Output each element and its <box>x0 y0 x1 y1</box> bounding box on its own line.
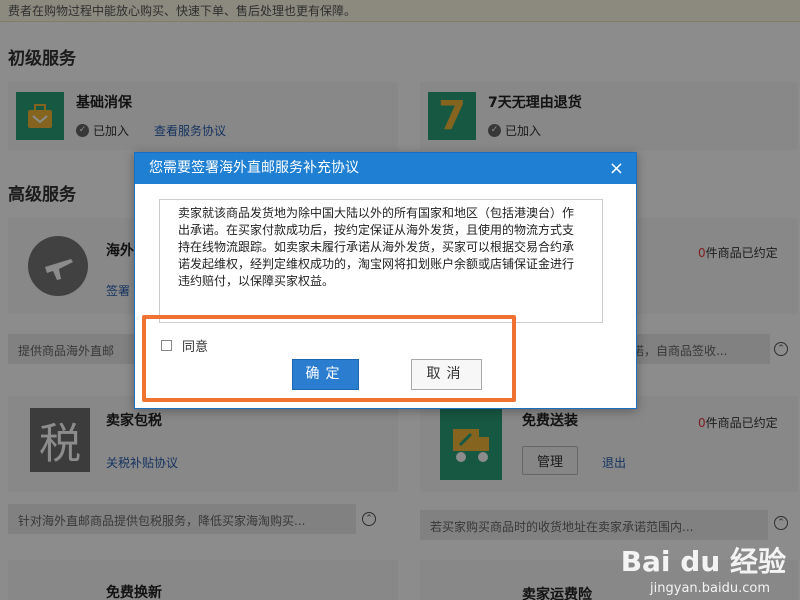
highlight-box <box>142 315 516 402</box>
dialog-header: 您需要签署海外直邮服务补充协议 × <box>135 153 636 184</box>
agreement-text[interactable]: 卖家就该商品发货地为除中国大陆以外的所有国家和地区（包括港澳台）作出承诺。在买家… <box>159 199 603 323</box>
baidu-logo: Bai du 经验 <box>620 545 786 578</box>
dialog-title: 您需要签署海外直邮服务补充协议 <box>149 160 359 176</box>
watermark-url: jingyan.baidu.com <box>650 581 770 596</box>
close-icon[interactable]: × <box>609 153 624 184</box>
